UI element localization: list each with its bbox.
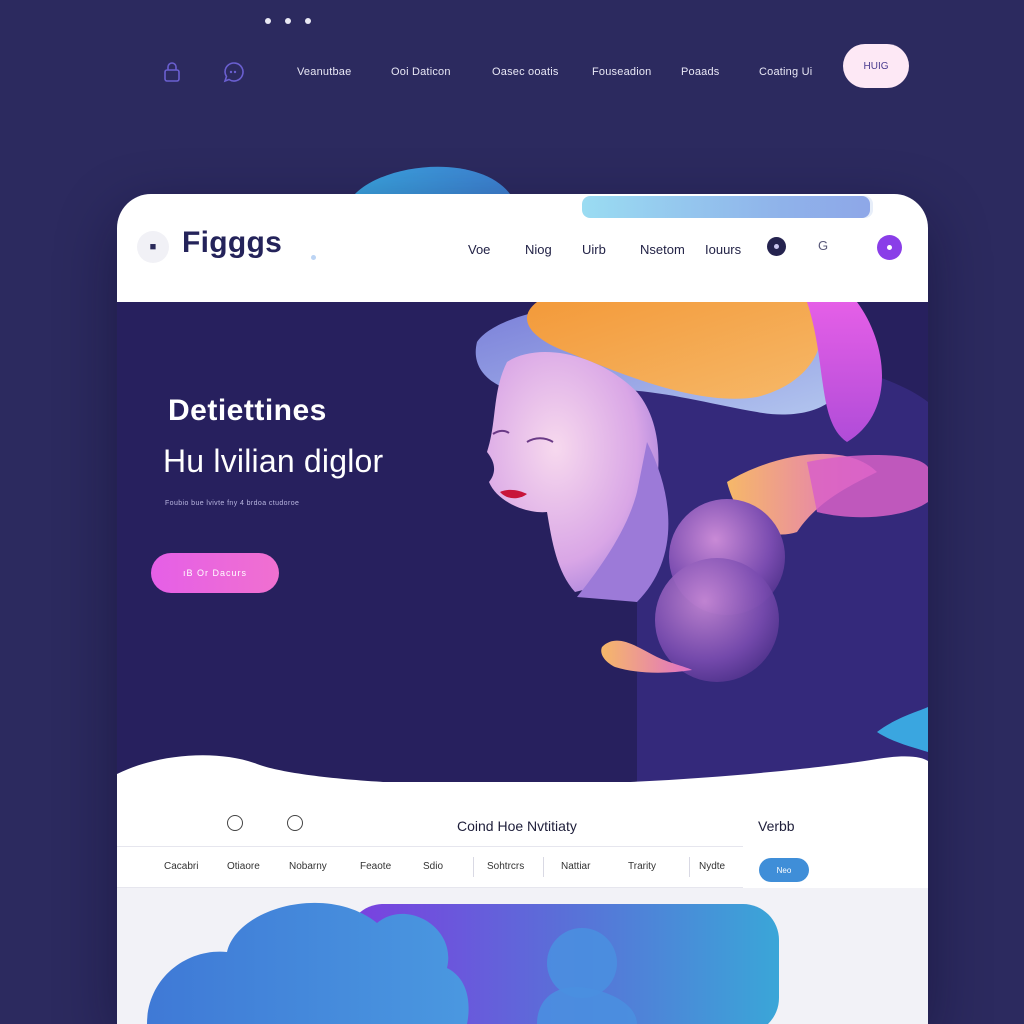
filter-tab[interactable]: Sdio [423,861,443,872]
lock-icon[interactable] [158,58,186,86]
filter-apply-button[interactable]: Neo [759,858,809,882]
section-right-label[interactable]: Verbb [758,818,795,834]
window-dots [265,18,311,24]
preview-illustration [147,902,779,1024]
filter-tab[interactable]: Nydte [699,861,725,872]
record-icon[interactable] [767,237,786,256]
window-dot [305,18,311,24]
brand-name[interactable]: Figggs [182,226,282,260]
hero-subtitle: Foubio bue lvivte fny 4 brdoa ctudoroe [165,500,300,507]
content-preview [117,888,928,1024]
filter-tab[interactable]: Nobarny [289,861,327,872]
outer-nav-link[interactable]: Coating Ui [759,66,812,78]
filter-divider [543,857,544,877]
outer-nav-link[interactable]: Poaads [681,66,720,78]
app-nav-link[interactable]: Niog [525,242,552,257]
hero-title-line1: Detiettines [168,394,327,427]
outer-cta-button[interactable]: HUIG [843,44,909,88]
app-nav-link[interactable]: Uirb [582,242,606,257]
section-title: Coind Hoe Nvtitiaty [457,818,577,834]
filter-tab[interactable]: Otiaore [227,861,260,872]
filter-tab[interactable]: Trarity [628,861,656,872]
filter-divider [473,857,474,877]
app-header: ■ Figggs Voe Niog Uirb Nsetom Iouurs G [117,194,928,302]
outer-nav-link[interactable]: Ooi Daticon [391,66,451,78]
hero-section: Detiettines Hu lvilian diglor Foubio bue… [117,302,928,782]
chat-icon[interactable] [220,58,248,86]
filter-tab[interactable]: Cacabri [164,861,198,872]
settings-icon[interactable] [287,815,303,831]
hero-cta-button[interactable]: ıB Or Dacurs [151,553,279,593]
filter-icon[interactable] [227,815,243,831]
hero-illustration [117,302,928,782]
window-dot [285,18,291,24]
filter-tab[interactable]: Nattiar [561,861,590,872]
app-nav-link[interactable]: Iouurs [705,242,741,257]
profile-avatar[interactable] [877,235,902,260]
outer-nav-link[interactable]: Fouseadion [592,66,652,78]
hero-wave-divider [117,755,928,809]
outer-nav-link[interactable]: Veanutbae [297,66,351,78]
outer-navbar: Veanutbae Ooi Daticon Oasec ooatis Fouse… [0,44,1024,100]
filter-divider [689,857,690,877]
logo-icon[interactable]: ■ [137,231,169,263]
brand-dot [311,255,316,260]
app-nav-link[interactable]: Nsetom [640,242,685,257]
app-nav-link[interactable]: Voe [468,242,490,257]
app-window: ■ Figggs Voe Niog Uirb Nsetom Iouurs G D… [117,194,928,1024]
filter-bar: Cacabri Otiaore Nobarny Feaote Sdio Soht… [117,846,743,888]
outer-nav-link[interactable]: Oasec ooatis [492,66,559,78]
filter-tab[interactable]: Feaote [360,861,391,872]
g-icon[interactable]: G [818,238,828,253]
window-dot [265,18,271,24]
hero-title-line2: Hu lvilian diglor [163,443,384,479]
filter-tab[interactable]: Sohtrcrs [487,861,524,872]
